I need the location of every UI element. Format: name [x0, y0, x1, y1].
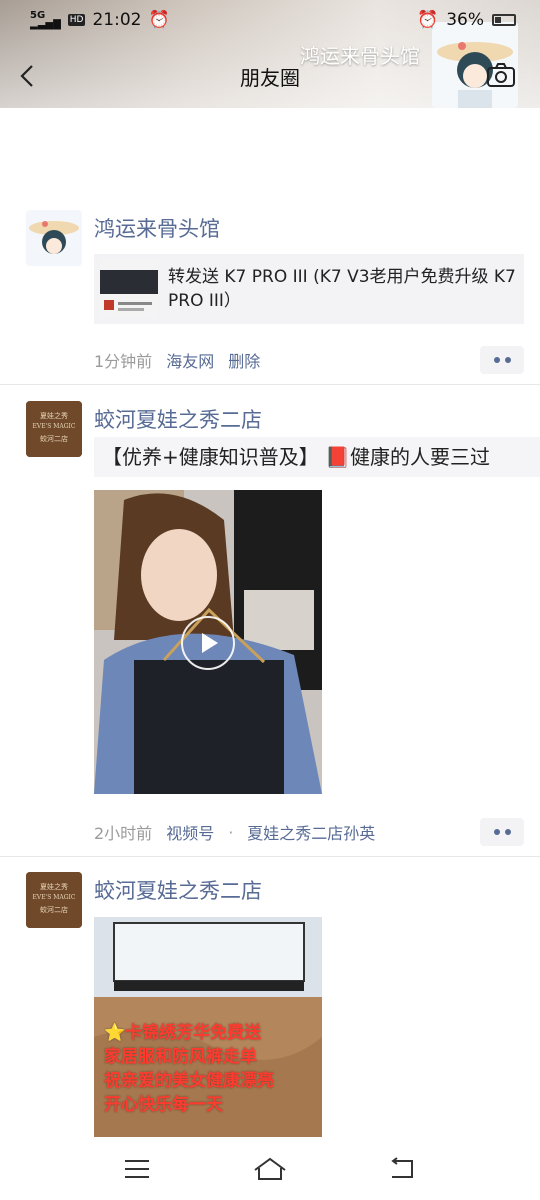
back-nav-button[interactable]	[383, 1154, 423, 1184]
post-text: 【优养+健康知识普及】 📕健康的人要三过	[94, 437, 540, 477]
link-thumbnail-image	[100, 260, 158, 318]
more-button[interactable]	[480, 818, 524, 846]
nav-bar: 朋友圈	[0, 52, 540, 100]
logo-text-3: 蛟河二店	[40, 434, 68, 443]
post-time: 2小时前	[94, 824, 153, 843]
post-image[interactable]: ⭐卡锦绣芳华免费送 家居服和防风裤走单 祝亲爱的美女健康漂亮 开心快乐每一天	[94, 917, 322, 1137]
menu-icon	[124, 1160, 149, 1178]
channels-link[interactable]: 视频号	[166, 820, 214, 844]
avatar[interactable]: 夏娃之秀 EVE'S MAGIC 蛟河二店	[26, 872, 82, 928]
more-icon	[493, 829, 500, 835]
shared-link-title: 转发送 K7 PRO III (K7 V3老用户免费升级 K7 PRO III）	[168, 267, 516, 311]
cartoon-avatar-icon	[26, 210, 82, 266]
avatar[interactable]: 夏娃之秀 EVE'S MAGIC 蛟河二店	[26, 401, 82, 457]
shared-link-thumbnail	[100, 260, 158, 318]
store-logo-icon: 夏娃之秀 EVE'S MAGIC 蛟河二店	[26, 401, 82, 457]
home-icon	[254, 1157, 286, 1180]
caption-line: ⭐卡锦绣芳华免费送	[104, 1023, 262, 1043]
network-label: 5G	[30, 10, 46, 21]
system-nav-bar	[0, 1138, 540, 1200]
clock: 21:02	[92, 10, 142, 30]
battery-percent: 36%	[446, 10, 484, 30]
status-bar: 5G ▂▃▅▇ HD 21:02 ⏰ ⏰ 36%	[0, 0, 540, 40]
poster-name[interactable]: 鸿运来骨头馆	[94, 213, 220, 243]
avatar[interactable]	[26, 210, 82, 266]
image-caption: ⭐卡锦绣芳华免费送 家居服和防风裤走单 祝亲爱的美女健康漂亮 开心快乐每一天	[104, 1021, 274, 1117]
alarm-icon: ⏰	[417, 10, 439, 30]
source-link[interactable]: 海友网	[166, 348, 214, 372]
logo-text-2: EVE'S MAGIC	[33, 423, 76, 430]
alarm-icon: ⏰	[148, 10, 170, 30]
shared-link-card[interactable]: 转发送 K7 PRO III (K7 V3老用户免费升级 K7 PRO III）	[94, 254, 524, 324]
back-icon[interactable]	[16, 62, 40, 90]
post-meta: 1分钟前 海友网 删除	[94, 348, 260, 372]
poster-name[interactable]: 蛟河夏娃之秀二店	[94, 404, 262, 434]
return-icon	[391, 1157, 414, 1178]
more-icon	[504, 357, 511, 363]
caption-line: 家居服和防风裤走单	[104, 1047, 257, 1067]
signal-icon: 5G ▂▃▅▇	[30, 10, 61, 30]
battery-icon	[492, 14, 516, 26]
camera-icon[interactable]	[486, 62, 516, 88]
play-icon[interactable]	[181, 616, 235, 670]
divider	[0, 856, 540, 857]
separator-dot: ·	[228, 822, 234, 842]
caption-line: 祝亲爱的美女健康漂亮	[104, 1071, 274, 1091]
divider	[0, 384, 540, 385]
logo-text-1: 夏娃之秀	[40, 411, 68, 420]
more-icon	[493, 357, 500, 363]
page-title: 朋友圈	[240, 65, 300, 90]
delete-link[interactable]: 删除	[228, 348, 260, 372]
menu-button[interactable]	[117, 1154, 157, 1184]
channel-author-link[interactable]: 夏娃之秀二店孙英	[247, 820, 375, 844]
store-logo-icon: 夏娃之秀 EVE'S MAGIC 蛟河二店	[26, 872, 82, 928]
home-button[interactable]	[250, 1154, 290, 1184]
hd-badge: HD	[67, 14, 86, 26]
logo-text-3: 蛟河二店	[40, 905, 68, 914]
video-thumbnail[interactable]	[94, 490, 322, 794]
logo-text-1: 夏娃之秀	[40, 882, 68, 891]
play-triangle	[202, 633, 218, 653]
more-button[interactable]	[480, 346, 524, 374]
post-time: 1分钟前	[94, 352, 153, 371]
post-meta: 2小时前 视频号 · 夏娃之秀二店孙英	[94, 820, 375, 844]
logo-text-2: EVE'S MAGIC	[33, 894, 76, 901]
caption-line: 开心快乐每一天	[104, 1095, 223, 1115]
poster-name[interactable]: 蛟河夏娃之秀二店	[94, 875, 262, 905]
more-icon	[504, 829, 511, 835]
